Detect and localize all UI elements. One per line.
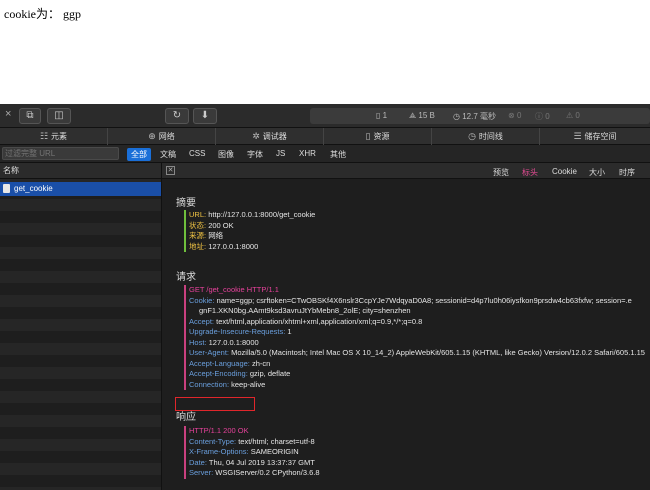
- summary-row: 状态: 200 OK: [189, 220, 234, 230]
- header-row: Accept-Encoding: gzip, deflate: [189, 369, 291, 378]
- header-row: Content-Type: text/html; charset=utf-8: [189, 436, 315, 446]
- clock-icon: ◷: [453, 112, 460, 121]
- resource-size[interactable]: ⟁ 15 B: [409, 111, 435, 121]
- tab-timing[interactable]: 时序: [619, 167, 635, 178]
- resource-time[interactable]: ◷ 12.7 毫秒: [453, 111, 496, 122]
- filter-images[interactable]: 图像: [218, 149, 234, 160]
- headers-panel: 摘要 URL: http://127.0.0.1:8000/get_cookie…: [162, 179, 650, 490]
- tab-cookie[interactable]: Cookie: [552, 167, 577, 176]
- close-icon: ✕: [167, 167, 174, 174]
- page-output-text: cookie为： ggp: [4, 7, 81, 21]
- request-row-get-cookie[interactable]: get_cookie: [0, 182, 161, 196]
- storage-icon: ☰: [573, 131, 582, 141]
- close-inspector-button[interactable]: ×: [5, 108, 11, 120]
- summary-title: 摘要: [176, 198, 196, 209]
- header-row: Connection: keep-alive: [189, 379, 266, 389]
- response-headers-block: HTTP/1.1 200 OK Content-Type: text/html;…: [184, 426, 320, 479]
- undock-button[interactable]: ⧉: [19, 108, 41, 124]
- header-row: Cookie: name=ggp; csrftoken=CTwOBSKf4X6n…: [189, 295, 632, 305]
- tab-size[interactable]: 大小: [589, 167, 605, 178]
- network-icon: ⊕: [148, 131, 156, 141]
- warning-icon: ⚠: [566, 111, 574, 120]
- warning-count[interactable]: ⚠ 0: [566, 111, 580, 120]
- filter-other[interactable]: 其他: [330, 149, 346, 160]
- header-row: Date: Thu, 04 Jul 2019 13:37:37 GMT: [189, 457, 315, 467]
- summary-block: URL: http://127.0.0.1:8000/get_cookie 状态…: [184, 210, 315, 252]
- summary-row: URL: http://127.0.0.1:8000/get_cookie: [189, 210, 316, 219]
- dock-side-button[interactable]: ◫: [47, 108, 71, 124]
- tab-storage[interactable]: ☰ 储存空间: [540, 128, 650, 145]
- request-list: 名称 get_cookie: [0, 163, 162, 490]
- resources-icon: ▯: [365, 131, 371, 141]
- tab-timeline[interactable]: ◷ 时间线: [432, 128, 540, 145]
- error-icon: ⊗: [508, 111, 515, 120]
- reload-button[interactable]: ↻: [165, 108, 189, 124]
- inspector-tabs: ☷ 元素 ⊕ 网络 ✲ 调试器 ▯ 资源 ◷ 时间线 ☰ 储存空间: [0, 128, 650, 145]
- tab-resources[interactable]: ▯ 资源: [324, 128, 432, 145]
- reload-icon: ↻: [172, 110, 182, 121]
- tab-debugger[interactable]: ✲ 调试器: [216, 128, 324, 145]
- document-icon: [3, 184, 10, 193]
- filter-css[interactable]: CSS: [189, 149, 205, 158]
- summary-row: 来源: 网络: [189, 231, 224, 240]
- filter-fonts[interactable]: 字体: [247, 149, 263, 160]
- download-icon: ⬇: [200, 110, 210, 121]
- summary-row: 地址: 127.0.0.1:8000: [189, 241, 259, 251]
- inspector-toolbar: × ⧉ ◫ ↻ ⬇ ▯ 1 ⟁ 15 B ◷ 12.7 毫秒 ⊗ 0 ⓘ 0 ⚠…: [0, 104, 650, 128]
- request-headers-block: GET /get_cookie HTTP/1.1 Cookie: name=gg…: [184, 285, 645, 390]
- filter-xhr[interactable]: XHR: [299, 149, 316, 158]
- filter-all[interactable]: 全部: [127, 148, 151, 161]
- debugger-icon: ✲: [252, 131, 260, 141]
- tab-preview[interactable]: 预览: [493, 167, 509, 178]
- tab-headers[interactable]: 标头: [522, 167, 538, 178]
- header-row: User-Agent: Mozilla/5.0 (Macintosh; Inte…: [189, 348, 645, 357]
- size-icon: ⟁: [409, 111, 417, 120]
- header-row: Accept: text/html,application/xhtml+xml,…: [189, 316, 423, 326]
- filter-url-input[interactable]: [2, 147, 119, 160]
- activity-viewer: ▯ 1 ⟁ 15 B ◷ 12.7 毫秒 ⊗ 0 ⓘ 0 ⚠ 0: [310, 108, 650, 124]
- download-button[interactable]: ⬇: [193, 108, 217, 124]
- header-row: Upgrade-Insecure-Requests: 1: [189, 327, 292, 336]
- web-inspector: × ⧉ ◫ ↻ ⬇ ▯ 1 ⟁ 15 B ◷ 12.7 毫秒 ⊗ 0 ⓘ 0 ⚠…: [0, 104, 650, 490]
- elements-icon: ☷: [39, 131, 49, 141]
- info-count[interactable]: ⓘ 0: [535, 111, 550, 122]
- undock-icon: ⧉: [26, 110, 34, 121]
- document-icon: ▯: [376, 111, 381, 120]
- request-name: get_cookie: [14, 184, 53, 193]
- header-row: Accept-Language: zh-cn: [189, 358, 271, 368]
- tab-network[interactable]: ⊕ 网络: [108, 128, 216, 145]
- dock-side-icon: ◫: [54, 110, 64, 121]
- header-row-continued: gnF1.XKN0bg.AAmt9ksd3avruJtYbMebn8_2olE;…: [199, 306, 411, 315]
- close-detail-button[interactable]: ✕: [166, 166, 175, 175]
- request-line: GET /get_cookie HTTP/1.1: [189, 285, 279, 294]
- filter-documents[interactable]: 文稿: [160, 149, 176, 160]
- response-line: HTTP/1.1 200 OK: [189, 426, 249, 435]
- timeline-icon: ◷: [468, 131, 476, 141]
- response-title: 响应: [176, 412, 196, 423]
- resource-count[interactable]: ▯ 1: [376, 111, 387, 120]
- request-title: 请求: [176, 272, 196, 283]
- header-row: X-Frame-Options: SAMEORIGIN: [189, 447, 299, 456]
- tab-elements[interactable]: ☷ 元素: [0, 128, 108, 145]
- info-icon: ⓘ: [535, 112, 543, 121]
- filter-js[interactable]: JS: [276, 149, 285, 158]
- header-row: Server: WSGIServer/0.2 CPython/3.6.8: [189, 468, 320, 477]
- detail-tabs: ✕ 预览 标头 Cookie 大小 时序: [162, 163, 650, 179]
- network-filter-bar: 全部 文稿 CSS 图像 字体 JS XHR 其他: [0, 145, 650, 163]
- error-count[interactable]: ⊗ 0: [508, 111, 521, 120]
- name-column-header[interactable]: 名称: [0, 163, 161, 179]
- header-row: Host: 127.0.0.1:8000: [189, 337, 259, 347]
